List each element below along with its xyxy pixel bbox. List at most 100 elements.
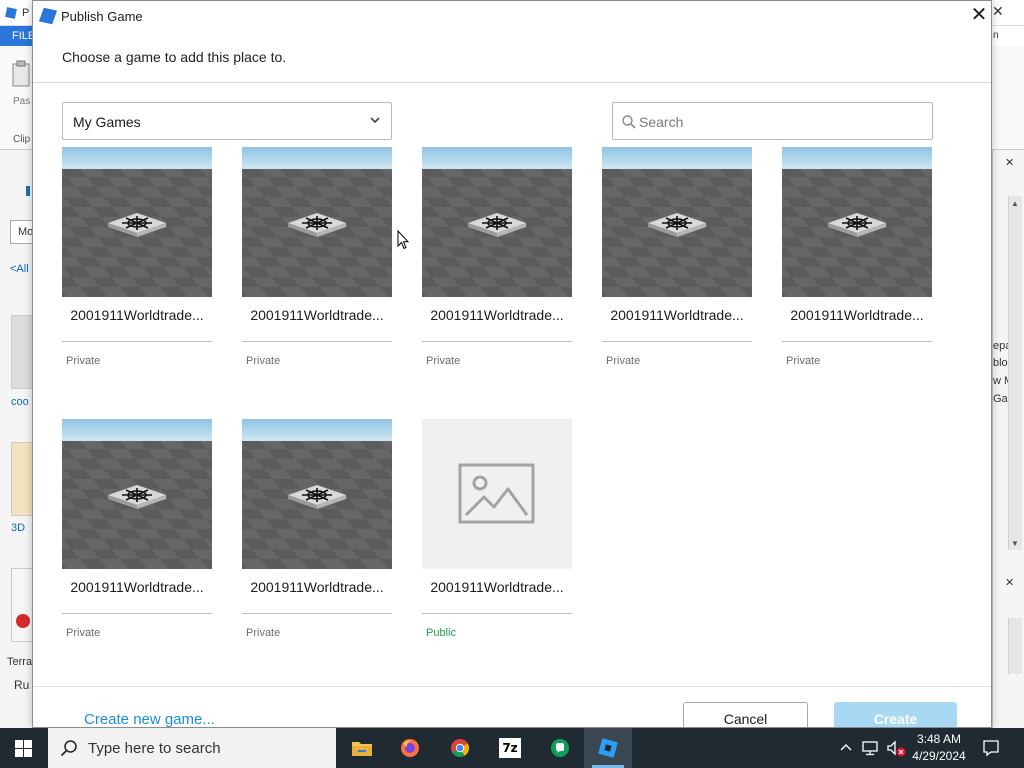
explorer-scrollbar[interactable] bbox=[1008, 196, 1022, 550]
game-thumbnail bbox=[782, 147, 932, 297]
instruction-text: Choose a game to add this place to. bbox=[62, 49, 287, 65]
properties-scrollbar[interactable] bbox=[1008, 618, 1022, 674]
panel-close-icon[interactable]: ✕ bbox=[1005, 576, 1014, 589]
divider bbox=[602, 341, 752, 342]
7zip-icon: 7z bbox=[499, 738, 521, 758]
taskbar-search-placeholder: Type here to search bbox=[88, 740, 221, 757]
start-button[interactable] bbox=[0, 728, 48, 768]
toolbox-item-thumbnail[interactable] bbox=[11, 568, 33, 642]
ribbon-right-tab-fragment: n bbox=[993, 30, 999, 41]
run-label[interactable]: Ru bbox=[14, 678, 29, 692]
game-name: 2001911Worldtrade... bbox=[250, 579, 384, 595]
scroll-down-icon[interactable]: ▼ bbox=[1009, 538, 1021, 550]
network-icon bbox=[862, 741, 878, 756]
cancel-button[interactable]: Cancel bbox=[683, 702, 808, 727]
firefox-icon bbox=[401, 739, 419, 757]
network-tray-button[interactable] bbox=[858, 728, 882, 768]
game-privacy-status: Private bbox=[246, 627, 281, 639]
paste-label: Pas bbox=[13, 96, 31, 107]
studio-close-icon[interactable]: ✕ bbox=[992, 3, 1004, 20]
scroll-up-icon[interactable]: ▲ bbox=[1009, 198, 1021, 210]
system-clock[interactable]: 3:48 AM 4/29/2024 bbox=[906, 731, 972, 765]
divider bbox=[422, 613, 572, 614]
chrome-icon bbox=[451, 739, 470, 758]
roblox-studio-icon bbox=[598, 738, 618, 758]
taskbar-file-explorer[interactable] bbox=[338, 728, 386, 768]
game-card[interactable]: 2001911Worldtrade... Public bbox=[422, 419, 572, 651]
spawn-logo-icon bbox=[122, 216, 152, 230]
clipboard-label: Clip bbox=[13, 134, 31, 145]
game-name: 2001911Worldtrade... bbox=[790, 307, 924, 323]
game-card[interactable]: 2001911Worldtrade... Private bbox=[62, 147, 212, 379]
search-input[interactable] bbox=[639, 110, 924, 134]
game-category-dropdown[interactable]: My Games bbox=[62, 102, 392, 140]
game-card[interactable]: 2001911Worldtrade... Private bbox=[242, 147, 392, 379]
publish-game-dialog: Publish Game ✕ Choose a game to add this… bbox=[32, 0, 992, 728]
clock-time: 3:48 AM bbox=[916, 732, 962, 746]
taskbar-chat-app[interactable] bbox=[536, 728, 584, 768]
panel-close-icon[interactable]: ✕ bbox=[1005, 156, 1014, 169]
spawn-logo-icon bbox=[302, 216, 332, 230]
roblox-studio-logo-icon bbox=[5, 7, 17, 19]
game-privacy-status: Private bbox=[66, 355, 101, 367]
taskbar-roblox-studio[interactable] bbox=[584, 728, 632, 768]
divider bbox=[62, 613, 212, 614]
clock-date: 4/29/2024 bbox=[912, 749, 966, 763]
divider bbox=[33, 686, 991, 687]
create-new-game-link[interactable]: Create new game... bbox=[84, 711, 215, 727]
game-name: 2001911Worldtrade... bbox=[250, 307, 384, 323]
spawn-logo-icon bbox=[302, 488, 332, 502]
game-name: 2001911Worldtrade... bbox=[70, 307, 204, 323]
image-placeholder-icon bbox=[458, 463, 535, 524]
game-card[interactable]: 2001911Worldtrade... Private bbox=[422, 147, 572, 379]
game-card[interactable]: 2001911Worldtrade... Private bbox=[242, 419, 392, 651]
toolbox-dropdown[interactable]: Mo bbox=[10, 220, 34, 244]
show-hidden-icons-button[interactable] bbox=[836, 728, 856, 768]
game-thumbnail-baseplate bbox=[242, 419, 392, 569]
game-thumbnail bbox=[422, 147, 572, 297]
divider bbox=[242, 613, 392, 614]
close-icon[interactable]: ✕ bbox=[967, 4, 991, 28]
game-thumbnail-baseplate bbox=[422, 147, 572, 297]
mouse-cursor-icon bbox=[397, 230, 409, 250]
notifications-button[interactable] bbox=[976, 728, 1006, 768]
create-button[interactable]: Create bbox=[834, 702, 957, 727]
game-card[interactable]: 2001911Worldtrade... Private bbox=[782, 147, 932, 379]
game-thumbnail-baseplate bbox=[242, 147, 392, 297]
game-thumbnail bbox=[62, 147, 212, 297]
game-thumbnail bbox=[422, 419, 572, 569]
game-thumbnail-baseplate bbox=[602, 147, 752, 297]
game-privacy-status: Private bbox=[246, 355, 281, 367]
spawn-logo-icon bbox=[482, 216, 512, 230]
toolbox-item-thumbnail[interactable] bbox=[11, 315, 33, 389]
taskbar-7zip[interactable]: 7z bbox=[486, 728, 534, 768]
volume-tray-button[interactable] bbox=[883, 728, 907, 768]
game-name: 2001911Worldtrade... bbox=[610, 307, 744, 323]
taskbar-search-box[interactable]: Type here to search bbox=[48, 728, 336, 768]
red-star-icon bbox=[16, 614, 30, 628]
toolbox-item-thumbnail[interactable] bbox=[11, 442, 33, 516]
taskbar-chrome[interactable] bbox=[436, 728, 484, 768]
roblox-studio-logo-icon bbox=[38, 7, 58, 25]
search-box bbox=[612, 102, 933, 140]
divider bbox=[422, 341, 572, 342]
paste-icon[interactable] bbox=[10, 60, 32, 88]
game-card[interactable]: 2001911Worldtrade... Private bbox=[62, 419, 212, 651]
game-card[interactable]: 2001911Worldtrade... Private bbox=[602, 147, 752, 379]
game-thumbnail bbox=[602, 147, 752, 297]
taskbar-firefox[interactable] bbox=[386, 728, 434, 768]
game-name: 2001911Worldtrade... bbox=[430, 307, 564, 323]
divider bbox=[62, 341, 212, 342]
chevron-down-icon bbox=[370, 117, 380, 124]
spawn-logo-icon bbox=[662, 216, 692, 230]
toolbox-item-label: 3D bbox=[11, 522, 26, 534]
studio-title-fragment: P bbox=[22, 7, 30, 19]
game-thumbnail-baseplate bbox=[62, 147, 212, 297]
toolbox-item-label: coo bbox=[11, 396, 29, 408]
toolbox-all-link[interactable]: <All bbox=[10, 263, 29, 275]
game-thumbnail-baseplate bbox=[782, 147, 932, 297]
search-icon bbox=[60, 740, 77, 757]
game-thumbnail bbox=[62, 419, 212, 569]
terrain-label: Terra bbox=[7, 656, 33, 668]
spawn-logo-icon bbox=[842, 216, 872, 230]
